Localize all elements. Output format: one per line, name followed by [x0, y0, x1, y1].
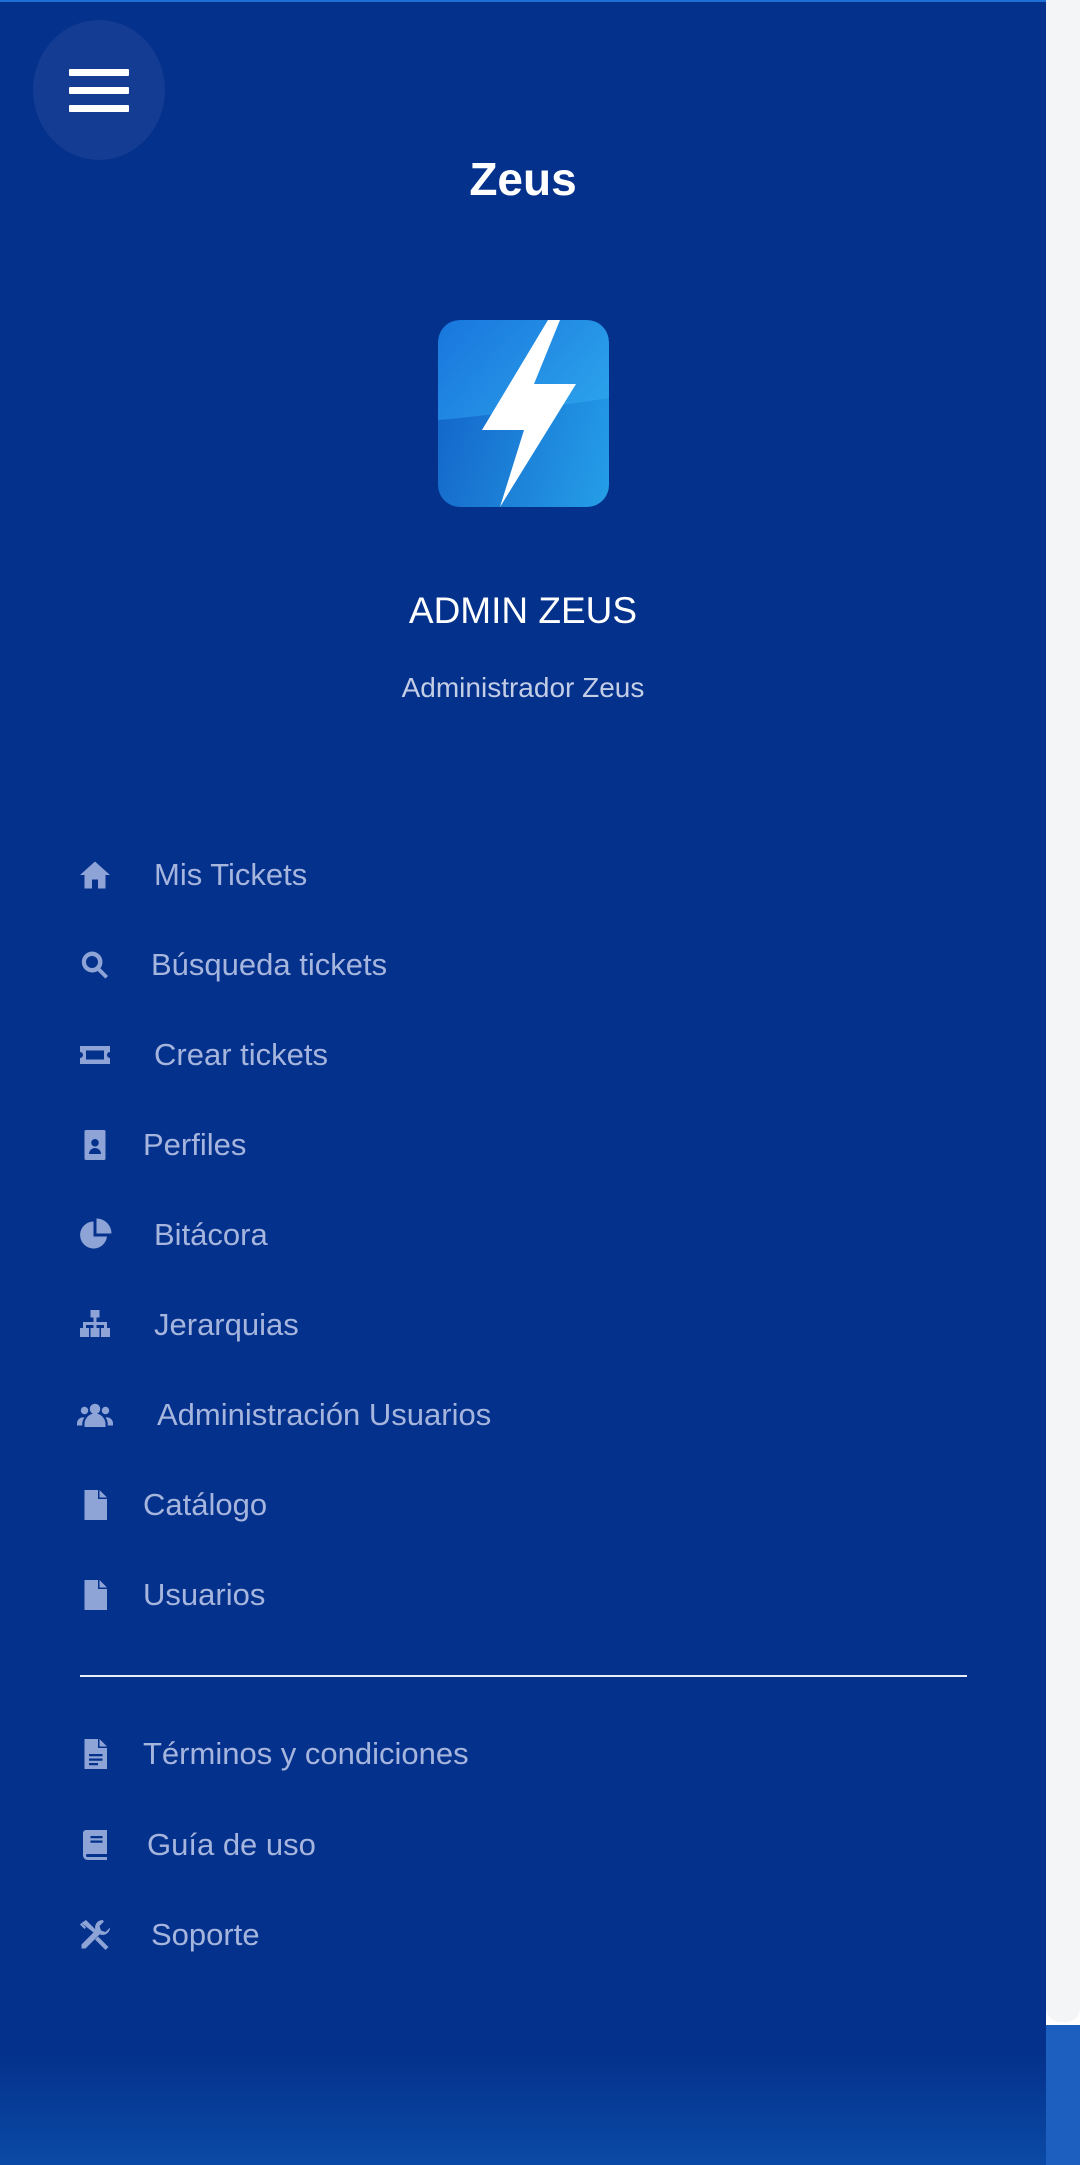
home-icon — [75, 855, 115, 895]
nav-item-usuarios[interactable]: Usuarios — [75, 1565, 265, 1625]
nav-item-label: Usuarios — [143, 1577, 266, 1612]
nav-item-label: Guía de uso — [147, 1827, 316, 1862]
book-icon — [75, 1825, 115, 1865]
nav-item-perfiles[interactable]: Perfiles — [75, 1115, 246, 1175]
nav-item-label: Catálogo — [143, 1487, 268, 1522]
lightning-bolt-logo — [438, 320, 609, 507]
org-chart-icon — [75, 1305, 115, 1345]
app-title: Zeus — [469, 153, 577, 205]
file-icon — [75, 1575, 115, 1615]
nav-item-guia-de-uso[interactable]: Guía de uso — [75, 1815, 316, 1875]
nav-item-label: Jerarquias — [154, 1307, 299, 1342]
pie-chart-icon — [75, 1215, 115, 1255]
nav-item-crear-tickets[interactable]: Crear tickets — [75, 1025, 328, 1085]
nav-item-busqueda-tickets[interactable]: Búsqueda tickets — [75, 935, 387, 995]
user-name: ADMIN ZEUS — [408, 590, 638, 631]
tools-icon — [75, 1915, 115, 1955]
nav-item-label: Términos y condiciones — [143, 1736, 469, 1771]
file-icon — [75, 1485, 115, 1525]
nav-item-administracion-usuarios[interactable]: Administración Usuarios — [75, 1385, 491, 1445]
hamburger-menu-icon — [69, 68, 129, 76]
scrim-edge[interactable] — [1046, 0, 1080, 2165]
users-icon — [75, 1395, 115, 1435]
id-badge-icon — [75, 1125, 115, 1165]
nav-item-terminos-y-condiciones[interactable]: Términos y condiciones — [75, 1724, 469, 1784]
ticket-icon — [75, 1035, 115, 1075]
nav-item-label: Crear tickets — [154, 1037, 328, 1072]
nav-item-label: Bitácora — [154, 1217, 268, 1252]
hamburger-menu-button[interactable] — [33, 20, 165, 160]
nav-item-catalogo[interactable]: Catálogo — [75, 1475, 267, 1535]
drawer-bottom-gradient — [0, 2055, 1046, 2165]
nav-item-label: Administración Usuarios — [157, 1397, 492, 1432]
nav-item-label: Mis Tickets — [154, 857, 308, 892]
nav-item-jerarquias[interactable]: Jerarquias — [75, 1295, 299, 1355]
nav-item-soporte[interactable]: Soporte — [75, 1905, 260, 1965]
search-icon — [75, 945, 115, 985]
nav-item-label: Perfiles — [143, 1127, 247, 1162]
nav-item-bitacora[interactable]: Bitácora — [75, 1205, 268, 1265]
file-text-icon — [75, 1734, 115, 1774]
nav-item-label: Soporte — [151, 1917, 260, 1952]
navigation-drawer: Zeus ADMIN ZEUS Administrador Zeus Mis T… — [0, 0, 1046, 2165]
user-role: Administrador Zeus — [401, 672, 645, 703]
nav-item-mis-tickets[interactable]: Mis Tickets — [75, 845, 307, 905]
menu-divider — [80, 1675, 967, 1677]
nav-item-label: Búsqueda tickets — [151, 947, 388, 982]
